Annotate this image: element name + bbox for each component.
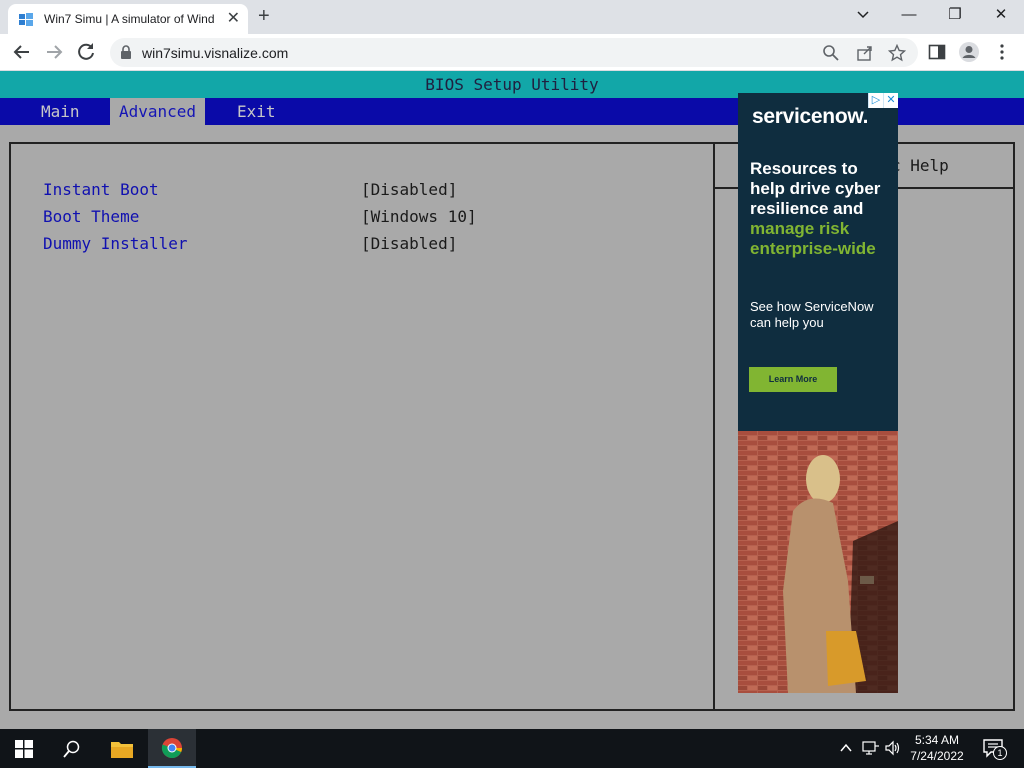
- setting-value[interactable]: [Disabled]: [361, 234, 457, 253]
- browser-toolbar: win7simu.visnalize.com: [0, 34, 1024, 71]
- bios-menu-main[interactable]: Main: [32, 98, 89, 125]
- windows-logo-icon: [15, 739, 33, 758]
- system-clock[interactable]: 5:34 AM 7/24/2022: [902, 732, 972, 764]
- zoom-search-icon[interactable]: [822, 44, 840, 62]
- ad-headline-part-2: manage risk enterprise-wide: [750, 219, 876, 258]
- ad-brand-logo: servicenow.: [752, 105, 869, 128]
- clock-time: 5:34 AM: [914, 733, 960, 747]
- reload-icon[interactable]: [74, 40, 98, 64]
- new-tab-button[interactable]: +: [258, 6, 270, 26]
- setting-label: Instant Boot: [43, 180, 159, 199]
- setting-label: Dummy Installer: [43, 234, 188, 253]
- help-title: c Help: [891, 156, 949, 175]
- search-icon: [63, 740, 80, 758]
- tab-search-chevron-icon[interactable]: [848, 6, 878, 24]
- folder-icon: [111, 741, 133, 758]
- panel-divider: [713, 144, 715, 709]
- bios-menu-exit[interactable]: Exit: [228, 98, 285, 125]
- setting-label: Boot Theme: [43, 207, 140, 226]
- ad-headline-part-1: Resources to help drive cyber resilience…: [750, 159, 881, 218]
- back-arrow-icon[interactable]: [10, 40, 34, 64]
- search-button[interactable]: [48, 729, 96, 768]
- restore-button[interactable]: ❐: [940, 4, 970, 26]
- ad-photo-image: [738, 431, 898, 693]
- chrome-taskbar-button[interactable]: [148, 729, 196, 768]
- chrome-icon: [161, 737, 183, 758]
- setting-instant-boot[interactable]: Instant Boot [Disabled]: [43, 180, 683, 200]
- url-text[interactable]: win7simu.visnalize.com: [142, 45, 288, 61]
- setting-value[interactable]: [Disabled]: [361, 180, 457, 199]
- ad-subtext: See how ServiceNow can help you: [750, 299, 874, 330]
- ad-headline: Resources to help drive cyber resilience…: [750, 159, 896, 259]
- tab-close-icon[interactable]: ✕: [227, 10, 240, 28]
- clock-date: 7/24/2022: [910, 749, 964, 763]
- browser-menu-kebab-icon[interactable]: [996, 43, 1008, 61]
- notification-count-badge: 1: [993, 746, 1007, 760]
- servicenow-ad[interactable]: ▷ ✕ servicenow. Resources to help drive …: [738, 93, 898, 693]
- network-icon[interactable]: [862, 740, 880, 756]
- lock-icon[interactable]: [120, 45, 132, 59]
- close-window-button[interactable]: ✕: [986, 4, 1016, 26]
- share-icon[interactable]: [856, 44, 874, 62]
- setting-boot-theme[interactable]: Boot Theme [Windows 10]: [43, 207, 683, 227]
- ad-learn-more-button[interactable]: Learn More: [749, 367, 837, 392]
- volume-icon[interactable]: [884, 740, 902, 756]
- start-button[interactable]: [0, 729, 48, 768]
- ad-badges: ▷ ✕: [868, 93, 898, 108]
- tray-chevron-up-icon[interactable]: [838, 740, 854, 756]
- file-explorer-button[interactable]: [98, 729, 146, 768]
- tab-win7simu[interactable]: Win7 Simu | A simulator of Wind ✕: [8, 4, 248, 34]
- win7simu-favicon-icon: [19, 13, 33, 26]
- ad-close-icon[interactable]: ✕: [883, 93, 898, 108]
- tab-title: Win7 Simu | A simulator of Wind: [44, 12, 215, 26]
- side-panel-icon[interactable]: [928, 43, 946, 61]
- tab-strip: Win7 Simu | A simulator of Wind ✕ + — ❐ …: [0, 0, 1024, 34]
- address-bar[interactable]: win7simu.visnalize.com: [110, 38, 918, 67]
- bios-menu-advanced[interactable]: Advanced: [110, 98, 206, 125]
- forward-arrow-icon[interactable]: [42, 40, 66, 64]
- adchoices-icon[interactable]: ▷: [868, 93, 883, 108]
- minimize-button[interactable]: —: [894, 4, 924, 26]
- windows-taskbar: 5:34 AM 7/24/2022 1: [0, 729, 1024, 768]
- setting-value[interactable]: [Windows 10]: [361, 207, 477, 226]
- setting-dummy-installer[interactable]: Dummy Installer [Disabled]: [43, 234, 683, 254]
- profile-avatar-icon[interactable]: [958, 41, 980, 63]
- bookmark-star-icon[interactable]: [888, 44, 906, 62]
